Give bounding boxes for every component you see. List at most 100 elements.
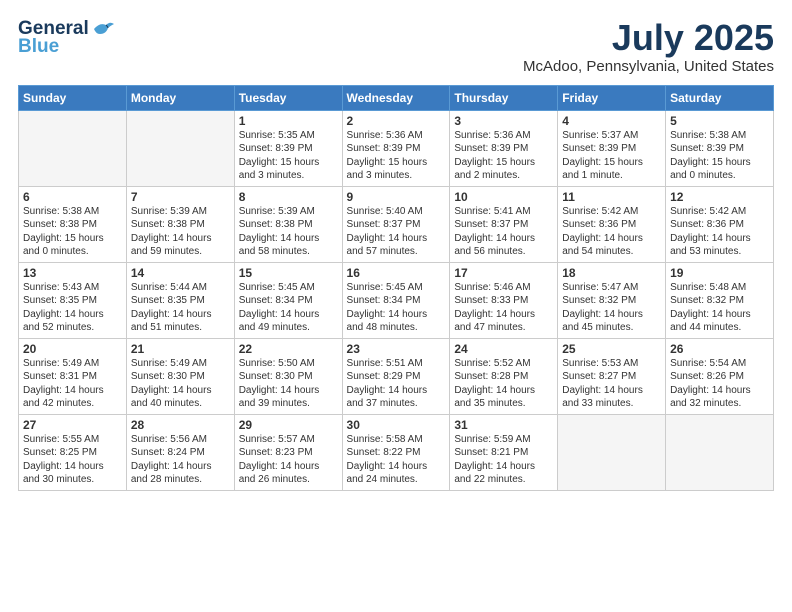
day-info: Sunrise: 5:59 AMSunset: 8:21 PMDaylight:… <box>454 433 553 487</box>
day-info: Sunrise: 5:55 AMSunset: 8:25 PMDaylight:… <box>23 433 122 487</box>
day-cell: 18Sunrise: 5:47 AMSunset: 8:32 PMDayligh… <box>558 262 666 338</box>
day-number: 21 <box>131 342 230 356</box>
day-number: 28 <box>131 418 230 432</box>
day-cell: 25Sunrise: 5:53 AMSunset: 8:27 PMDayligh… <box>558 338 666 414</box>
day-number: 7 <box>131 190 230 204</box>
day-cell: 28Sunrise: 5:56 AMSunset: 8:24 PMDayligh… <box>126 414 234 490</box>
day-info: Sunrise: 5:49 AMSunset: 8:30 PMDaylight:… <box>131 357 230 411</box>
day-cell: 21Sunrise: 5:49 AMSunset: 8:30 PMDayligh… <box>126 338 234 414</box>
day-number: 29 <box>239 418 338 432</box>
day-cell <box>666 414 774 490</box>
day-number: 27 <box>23 418 122 432</box>
day-number: 13 <box>23 266 122 280</box>
col-header-friday: Friday <box>558 85 666 110</box>
day-number: 4 <box>562 114 661 128</box>
day-cell: 1Sunrise: 5:35 AMSunset: 8:39 PMDaylight… <box>234 110 342 186</box>
day-cell: 9Sunrise: 5:40 AMSunset: 8:37 PMDaylight… <box>342 186 450 262</box>
day-info: Sunrise: 5:39 AMSunset: 8:38 PMDaylight:… <box>131 205 230 259</box>
day-info: Sunrise: 5:52 AMSunset: 8:28 PMDaylight:… <box>454 357 553 411</box>
day-cell: 3Sunrise: 5:36 AMSunset: 8:39 PMDaylight… <box>450 110 558 186</box>
col-header-tuesday: Tuesday <box>234 85 342 110</box>
day-cell: 7Sunrise: 5:39 AMSunset: 8:38 PMDaylight… <box>126 186 234 262</box>
day-number: 16 <box>347 266 446 280</box>
day-number: 12 <box>670 190 769 204</box>
day-cell: 2Sunrise: 5:36 AMSunset: 8:39 PMDaylight… <box>342 110 450 186</box>
day-info: Sunrise: 5:46 AMSunset: 8:33 PMDaylight:… <box>454 281 553 335</box>
day-info: Sunrise: 5:58 AMSunset: 8:22 PMDaylight:… <box>347 433 446 487</box>
day-cell: 15Sunrise: 5:45 AMSunset: 8:34 PMDayligh… <box>234 262 342 338</box>
calendar-header-row: SundayMondayTuesdayWednesdayThursdayFrid… <box>19 85 774 110</box>
day-cell: 11Sunrise: 5:42 AMSunset: 8:36 PMDayligh… <box>558 186 666 262</box>
day-info: Sunrise: 5:49 AMSunset: 8:31 PMDaylight:… <box>23 357 122 411</box>
day-info: Sunrise: 5:48 AMSunset: 8:32 PMDaylight:… <box>670 281 769 335</box>
day-number: 24 <box>454 342 553 356</box>
logo: General Blue <box>18 18 114 58</box>
day-number: 1 <box>239 114 338 128</box>
day-cell: 4Sunrise: 5:37 AMSunset: 8:39 PMDaylight… <box>558 110 666 186</box>
day-cell <box>558 414 666 490</box>
day-info: Sunrise: 5:50 AMSunset: 8:30 PMDaylight:… <box>239 357 338 411</box>
location: McAdoo, Pennsylvania, United States <box>523 58 774 75</box>
week-row-1: 1Sunrise: 5:35 AMSunset: 8:39 PMDaylight… <box>19 110 774 186</box>
day-info: Sunrise: 5:36 AMSunset: 8:39 PMDaylight:… <box>454 129 553 183</box>
day-info: Sunrise: 5:45 AMSunset: 8:34 PMDaylight:… <box>239 281 338 335</box>
month-year: July 2025 <box>523 18 774 58</box>
day-cell <box>19 110 127 186</box>
day-cell <box>126 110 234 186</box>
day-info: Sunrise: 5:40 AMSunset: 8:37 PMDaylight:… <box>347 205 446 259</box>
day-info: Sunrise: 5:51 AMSunset: 8:29 PMDaylight:… <box>347 357 446 411</box>
logo-bird-icon <box>92 20 114 38</box>
day-cell: 12Sunrise: 5:42 AMSunset: 8:36 PMDayligh… <box>666 186 774 262</box>
day-number: 9 <box>347 190 446 204</box>
day-number: 5 <box>670 114 769 128</box>
day-info: Sunrise: 5:41 AMSunset: 8:37 PMDaylight:… <box>454 205 553 259</box>
day-cell: 17Sunrise: 5:46 AMSunset: 8:33 PMDayligh… <box>450 262 558 338</box>
day-cell: 20Sunrise: 5:49 AMSunset: 8:31 PMDayligh… <box>19 338 127 414</box>
col-header-wednesday: Wednesday <box>342 85 450 110</box>
day-number: 30 <box>347 418 446 432</box>
day-cell: 22Sunrise: 5:50 AMSunset: 8:30 PMDayligh… <box>234 338 342 414</box>
day-cell: 24Sunrise: 5:52 AMSunset: 8:28 PMDayligh… <box>450 338 558 414</box>
day-info: Sunrise: 5:56 AMSunset: 8:24 PMDaylight:… <box>131 433 230 487</box>
day-cell: 16Sunrise: 5:45 AMSunset: 8:34 PMDayligh… <box>342 262 450 338</box>
day-number: 19 <box>670 266 769 280</box>
day-cell: 13Sunrise: 5:43 AMSunset: 8:35 PMDayligh… <box>19 262 127 338</box>
day-info: Sunrise: 5:44 AMSunset: 8:35 PMDaylight:… <box>131 281 230 335</box>
day-number: 23 <box>347 342 446 356</box>
day-number: 2 <box>347 114 446 128</box>
day-cell: 14Sunrise: 5:44 AMSunset: 8:35 PMDayligh… <box>126 262 234 338</box>
day-number: 10 <box>454 190 553 204</box>
day-number: 20 <box>23 342 122 356</box>
day-number: 31 <box>454 418 553 432</box>
day-info: Sunrise: 5:35 AMSunset: 8:39 PMDaylight:… <box>239 129 338 183</box>
page: General Blue July 2025 McAdoo, Pennsylva… <box>0 0 792 612</box>
day-info: Sunrise: 5:42 AMSunset: 8:36 PMDaylight:… <box>670 205 769 259</box>
day-info: Sunrise: 5:42 AMSunset: 8:36 PMDaylight:… <box>562 205 661 259</box>
day-cell: 5Sunrise: 5:38 AMSunset: 8:39 PMDaylight… <box>666 110 774 186</box>
day-info: Sunrise: 5:53 AMSunset: 8:27 PMDaylight:… <box>562 357 661 411</box>
week-row-5: 27Sunrise: 5:55 AMSunset: 8:25 PMDayligh… <box>19 414 774 490</box>
day-number: 6 <box>23 190 122 204</box>
day-number: 18 <box>562 266 661 280</box>
day-info: Sunrise: 5:38 AMSunset: 8:38 PMDaylight:… <box>23 205 122 259</box>
week-row-4: 20Sunrise: 5:49 AMSunset: 8:31 PMDayligh… <box>19 338 774 414</box>
day-number: 22 <box>239 342 338 356</box>
day-info: Sunrise: 5:57 AMSunset: 8:23 PMDaylight:… <box>239 433 338 487</box>
day-cell: 29Sunrise: 5:57 AMSunset: 8:23 PMDayligh… <box>234 414 342 490</box>
day-cell: 26Sunrise: 5:54 AMSunset: 8:26 PMDayligh… <box>666 338 774 414</box>
day-cell: 10Sunrise: 5:41 AMSunset: 8:37 PMDayligh… <box>450 186 558 262</box>
day-number: 8 <box>239 190 338 204</box>
day-number: 14 <box>131 266 230 280</box>
day-cell: 6Sunrise: 5:38 AMSunset: 8:38 PMDaylight… <box>19 186 127 262</box>
logo-blue: Blue <box>18 36 59 58</box>
day-number: 15 <box>239 266 338 280</box>
col-header-sunday: Sunday <box>19 85 127 110</box>
day-number: 17 <box>454 266 553 280</box>
day-cell: 30Sunrise: 5:58 AMSunset: 8:22 PMDayligh… <box>342 414 450 490</box>
day-info: Sunrise: 5:37 AMSunset: 8:39 PMDaylight:… <box>562 129 661 183</box>
day-cell: 31Sunrise: 5:59 AMSunset: 8:21 PMDayligh… <box>450 414 558 490</box>
day-number: 11 <box>562 190 661 204</box>
day-info: Sunrise: 5:43 AMSunset: 8:35 PMDaylight:… <box>23 281 122 335</box>
day-info: Sunrise: 5:39 AMSunset: 8:38 PMDaylight:… <box>239 205 338 259</box>
day-cell: 23Sunrise: 5:51 AMSunset: 8:29 PMDayligh… <box>342 338 450 414</box>
